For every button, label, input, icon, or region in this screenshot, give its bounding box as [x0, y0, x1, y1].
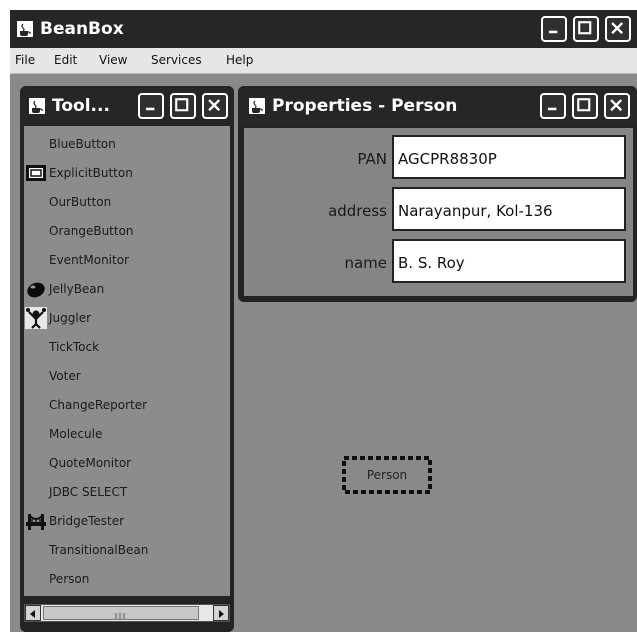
toolbox-item-jellybean[interactable]: JellyBean — [24, 274, 230, 303]
button-bean-icon — [26, 164, 46, 181]
toolbox-item-label: QuoteMonitor — [49, 455, 132, 470]
arrow-left-icon — [30, 610, 35, 618]
toolbox-close-button[interactable] — [202, 93, 228, 119]
menu-file[interactable]: File — [15, 53, 35, 67]
grip-icon — [115, 613, 125, 619]
menu-help[interactable]: Help — [226, 53, 253, 67]
toolbox-item-label: JellyBean — [49, 281, 105, 296]
close-icon — [611, 22, 624, 35]
java-cup-icon — [249, 98, 265, 114]
beanbox-window: BeanBox File Edit View Services Help Too… — [10, 10, 637, 632]
toolbox-item-label: OrangeButton — [49, 223, 134, 238]
toolbox-item-transitionalbean[interactable]: TransitionalBean — [24, 535, 230, 564]
toolbox-titlebar[interactable]: Tool... — [20, 86, 234, 126]
toolbox-item-explicitbutton[interactable]: ExplicitButton — [24, 158, 230, 187]
scroll-right-button[interactable] — [213, 605, 229, 621]
toolbox-item-label: EventMonitor — [49, 252, 129, 267]
minimize-icon — [547, 107, 557, 111]
maximize-button[interactable] — [573, 16, 599, 42]
scroll-left-button[interactable] — [25, 605, 41, 621]
arrow-right-icon — [219, 610, 224, 618]
toolbox-window: Tool... BlueButton ExplicitButton OurBut… — [20, 86, 234, 632]
toolbox-item-juggler[interactable]: Juggler — [24, 303, 230, 332]
close-icon — [208, 99, 221, 112]
java-cup-icon — [29, 98, 45, 114]
toolbox-item-label: Voter — [49, 368, 81, 383]
toolbox-item-molecule[interactable]: Molecule — [24, 419, 230, 448]
toolbox-item-changereporter[interactable]: ChangeReporter — [24, 390, 230, 419]
toolbox-item-label: OurButton — [49, 194, 112, 209]
maximize-icon — [577, 98, 591, 112]
person-bean[interactable]: Person — [342, 456, 432, 494]
properties-title: Properties - Person — [272, 96, 458, 116]
java-cup-icon — [17, 21, 33, 37]
main-window-title: BeanBox — [40, 19, 124, 39]
toolbox-item-label: Juggler — [49, 310, 92, 325]
jellybean-icon — [27, 282, 45, 297]
property-label-pan: PAN — [357, 150, 387, 168]
toolbox-item-bridgetester[interactable]: BridgeTester — [24, 506, 230, 535]
menu-bar: File Edit View Services Help — [10, 48, 637, 74]
bridge-icon — [26, 513, 46, 530]
scrollbar-thumb[interactable] — [43, 606, 199, 620]
properties-window: Properties - Person PAN address name — [238, 86, 637, 302]
property-field-pan[interactable] — [392, 135, 626, 179]
main-titlebar[interactable]: BeanBox — [10, 10, 637, 48]
minimize-icon — [548, 30, 558, 34]
toolbox-item-label: TransitionalBean — [49, 542, 149, 557]
menu-view[interactable]: View — [99, 53, 127, 67]
toolbox-item-label: BlueButton — [49, 136, 116, 151]
toolbox-item-eventmonitor[interactable]: EventMonitor — [24, 245, 230, 274]
juggler-icon — [25, 306, 47, 329]
toolbox-list: BlueButton ExplicitButton OurButton Oran… — [24, 126, 230, 596]
property-field-address[interactable] — [392, 187, 626, 231]
property-label-address: address — [328, 202, 387, 220]
toolbox-item-bluebutton[interactable]: BlueButton — [24, 129, 230, 158]
maximize-icon — [578, 21, 592, 35]
toolbox-maximize-button[interactable] — [170, 93, 196, 119]
toolbox-item-label: Person — [49, 571, 90, 586]
menu-services[interactable]: Services — [151, 53, 202, 67]
toolbox-item-label: ExplicitButton — [49, 165, 133, 180]
toolbox-item-label: BridgeTester — [49, 513, 125, 528]
toolbox-item-quotemonitor[interactable]: QuoteMonitor — [24, 448, 230, 477]
toolbox-item-jdbc-select[interactable]: JDBC SELECT — [24, 477, 230, 506]
minimize-button[interactable] — [541, 16, 567, 42]
property-label-name: name — [344, 254, 387, 272]
toolbox-item-label: ChangeReporter — [49, 397, 148, 412]
properties-sheet: PAN address name — [244, 128, 633, 296]
toolbox-item-label: TickTock — [49, 339, 100, 354]
maximize-icon — [175, 98, 189, 112]
close-button[interactable] — [605, 16, 631, 42]
toolbox-item-voter[interactable]: Voter — [24, 361, 230, 390]
toolbox-minimize-button[interactable] — [138, 93, 164, 119]
toolbox-title: Tool... — [52, 96, 110, 116]
menu-edit[interactable]: Edit — [54, 53, 77, 67]
toolbox-item-ticktock[interactable]: TickTock — [24, 332, 230, 361]
toolbox-item-label: JDBC SELECT — [49, 484, 128, 499]
toolbox-item-ourbutton[interactable]: OurButton — [24, 187, 230, 216]
minimize-icon — [145, 107, 155, 111]
person-bean-label: Person — [366, 468, 408, 482]
property-field-name[interactable] — [392, 239, 626, 283]
properties-minimize-button[interactable] — [540, 93, 566, 119]
toolbox-item-label: Molecule — [49, 426, 103, 441]
properties-close-button[interactable] — [604, 93, 630, 119]
close-icon — [610, 99, 623, 112]
properties-maximize-button[interactable] — [572, 93, 598, 119]
toolbox-item-orangebutton[interactable]: OrangeButton — [24, 216, 230, 245]
toolbox-item-person[interactable]: Person — [24, 564, 230, 593]
properties-titlebar[interactable]: Properties - Person — [238, 86, 637, 126]
toolbox-horizontal-scrollbar[interactable] — [24, 604, 230, 622]
